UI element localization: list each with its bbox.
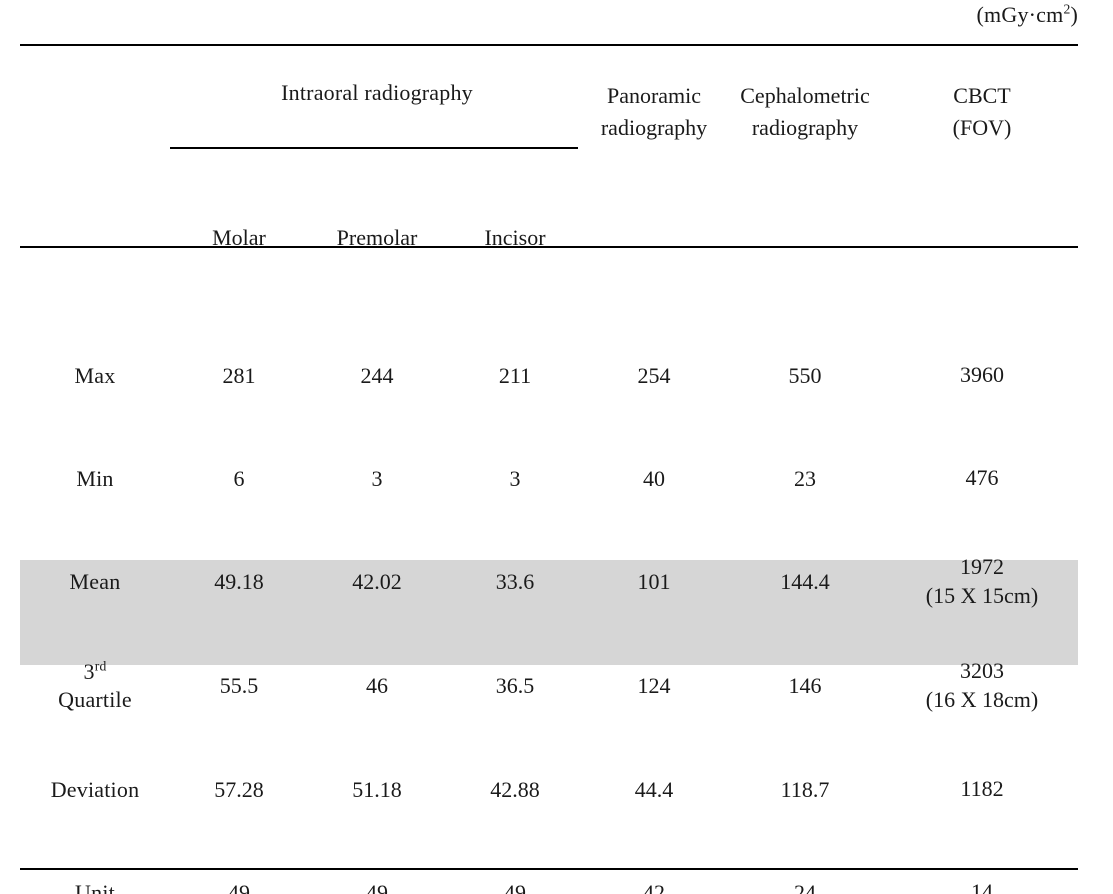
header-sub-blank-cbct	[886, 183, 1078, 324]
header-cbct-line2: (FOV)	[952, 114, 1012, 140]
cell-min-cephalometric: 23	[794, 465, 817, 491]
header-subcolumn-row: Molar Premolar Incisor	[20, 183, 1078, 324]
row-label-third-quartile-word: Quartile	[58, 686, 132, 712]
cell-q3-cbct-fov: (16 X 18cm)	[925, 686, 1039, 712]
cell-max-premolar: 244	[360, 362, 394, 388]
cell-max-incisor: 211	[498, 362, 532, 388]
cell-max-panoramic: 254	[637, 362, 671, 388]
header-subcolumn-molar: Molar	[212, 225, 266, 250]
cell-q3-molar: 55.5	[219, 672, 259, 698]
header-cephalometric-line1: Cephalometric	[740, 83, 870, 108]
cell-q3-incisor: 36.5	[495, 672, 535, 698]
unit-caption-text: (mGy·cm	[976, 2, 1064, 27]
cell-q3-premolar: 46	[366, 672, 388, 698]
cell-mean-cbct-value: 1972	[960, 553, 1005, 579]
header-group-cbct: CBCT (FOV)	[886, 44, 1078, 183]
header-group-cephalometric: Cephalometric radiography	[724, 44, 886, 183]
header-sub-blank-panoramic	[584, 183, 724, 324]
header-sub-corner-cell	[20, 183, 170, 324]
header-group-intraoral-label: Intraoral radiography	[281, 80, 473, 105]
cell-unit-molar: 49	[228, 879, 250, 894]
table-body: Max 281 244 211 254 550 3960 Min 6 3 3 4…	[20, 324, 1078, 894]
cell-q3-cephalometric: 146	[788, 672, 822, 698]
row-label-unit: Unit	[75, 879, 115, 894]
header-panoramic-line2: radiography	[600, 114, 708, 140]
header-subcolumn-incisor: Incisor	[484, 225, 546, 250]
table-row: Mean 49.18 42.02 33.6 101 144.4 1972 (15…	[20, 530, 1078, 633]
cell-unit-cephalometric: 24	[794, 879, 817, 894]
cell-unit-incisor: 49	[504, 879, 526, 894]
cell-mean-cbct-fov: (15 X 15cm)	[925, 582, 1039, 608]
header-sub-blank-cephalometric	[724, 183, 886, 324]
cell-unit-panoramic: 42	[643, 879, 666, 894]
cell-q3-cbct-value: 3203	[960, 657, 1005, 683]
row-label-third-quartile-number: 3	[83, 659, 95, 684]
cell-mean-panoramic: 101	[637, 568, 671, 594]
header-group-panoramic: Panoramic radiography	[584, 44, 724, 183]
cell-deviation-cephalometric: 118.7	[780, 776, 830, 802]
unit-caption-close: )	[1070, 2, 1078, 27]
table-page: (mGy·cm2) Intraoral radiography Panorami…	[0, 0, 1113, 894]
table-row: Deviation 57.28 51.18 42.88 44.4 118.7 1…	[20, 738, 1078, 841]
cell-q3-panoramic: 124	[637, 672, 671, 698]
dose-statistics-table: Intraoral radiography Panoramic radiogra…	[20, 44, 1078, 894]
cell-mean-incisor: 33.6	[495, 568, 535, 594]
cell-deviation-cbct-value: 1182	[960, 776, 1004, 802]
cell-unit-premolar: 49	[366, 879, 388, 894]
cell-deviation-incisor: 42.88	[490, 776, 540, 802]
cell-min-cbct: 476	[886, 427, 1078, 530]
cell-max-cbct-value: 3960	[960, 362, 1005, 388]
cell-min-incisor: 3	[509, 465, 521, 491]
header-panoramic-line1: Panoramic	[606, 83, 702, 108]
cell-min-premolar: 3	[371, 465, 383, 491]
cell-mean-cbct: 1972 (15 X 15cm)	[886, 530, 1078, 633]
cell-mean-molar: 49.18	[214, 568, 264, 594]
header-group-intraoral: Intraoral radiography	[170, 44, 584, 183]
row-label-third-quartile: 3rd Quartile	[20, 633, 170, 738]
cell-deviation-panoramic: 44.4	[634, 776, 674, 802]
cell-min-molar: 6	[233, 465, 245, 491]
cell-q3-cbct: 3203 (16 X 18cm)	[886, 633, 1078, 738]
cell-min-cbct-value: 476	[965, 465, 999, 491]
row-label-min: Min	[76, 465, 114, 491]
cell-max-cephalometric: 550	[788, 362, 822, 388]
cell-deviation-molar: 57.28	[214, 776, 264, 802]
table-row: Min 6 3 3 40 23 476	[20, 427, 1078, 530]
cell-deviation-cbct: 1182	[886, 738, 1078, 841]
cell-unit-cbct: 14	[886, 841, 1078, 894]
header-cbct-line1: CBCT	[953, 83, 1011, 108]
header-group-row: Intraoral radiography Panoramic radiogra…	[20, 44, 1078, 183]
cell-unit-cbct-value: 14	[971, 879, 994, 894]
row-label-third-quartile-suffix: rd	[94, 658, 107, 674]
cell-max-molar: 281	[222, 362, 256, 388]
table-header: Intraoral radiography Panoramic radiogra…	[20, 44, 1078, 324]
table-row: Max 281 244 211 254 550 3960	[20, 324, 1078, 427]
cell-mean-premolar: 42.02	[352, 568, 402, 594]
unit-caption: (mGy·cm2)	[0, 2, 1078, 28]
header-corner-cell	[20, 44, 170, 183]
header-subcolumn-premolar: Premolar	[336, 225, 418, 250]
cell-deviation-premolar: 51.18	[352, 776, 402, 802]
header-cephalometric-line2: radiography	[751, 114, 859, 140]
row-label-mean: Mean	[69, 568, 121, 594]
row-label-third-quartile-ordinal: 3rd	[20, 658, 170, 686]
cell-mean-cephalometric: 144.4	[780, 568, 830, 594]
row-label-max: Max	[74, 362, 116, 388]
table-row-highlighted: 3rd Quartile 55.5 46 36.5 124 146 3203 (…	[20, 633, 1078, 738]
cell-max-cbct: 3960	[886, 324, 1078, 427]
row-label-deviation: Deviation	[50, 776, 140, 802]
table-row: Unit 49 49 49 42 24 14	[20, 841, 1078, 894]
cell-min-panoramic: 40	[643, 465, 666, 491]
